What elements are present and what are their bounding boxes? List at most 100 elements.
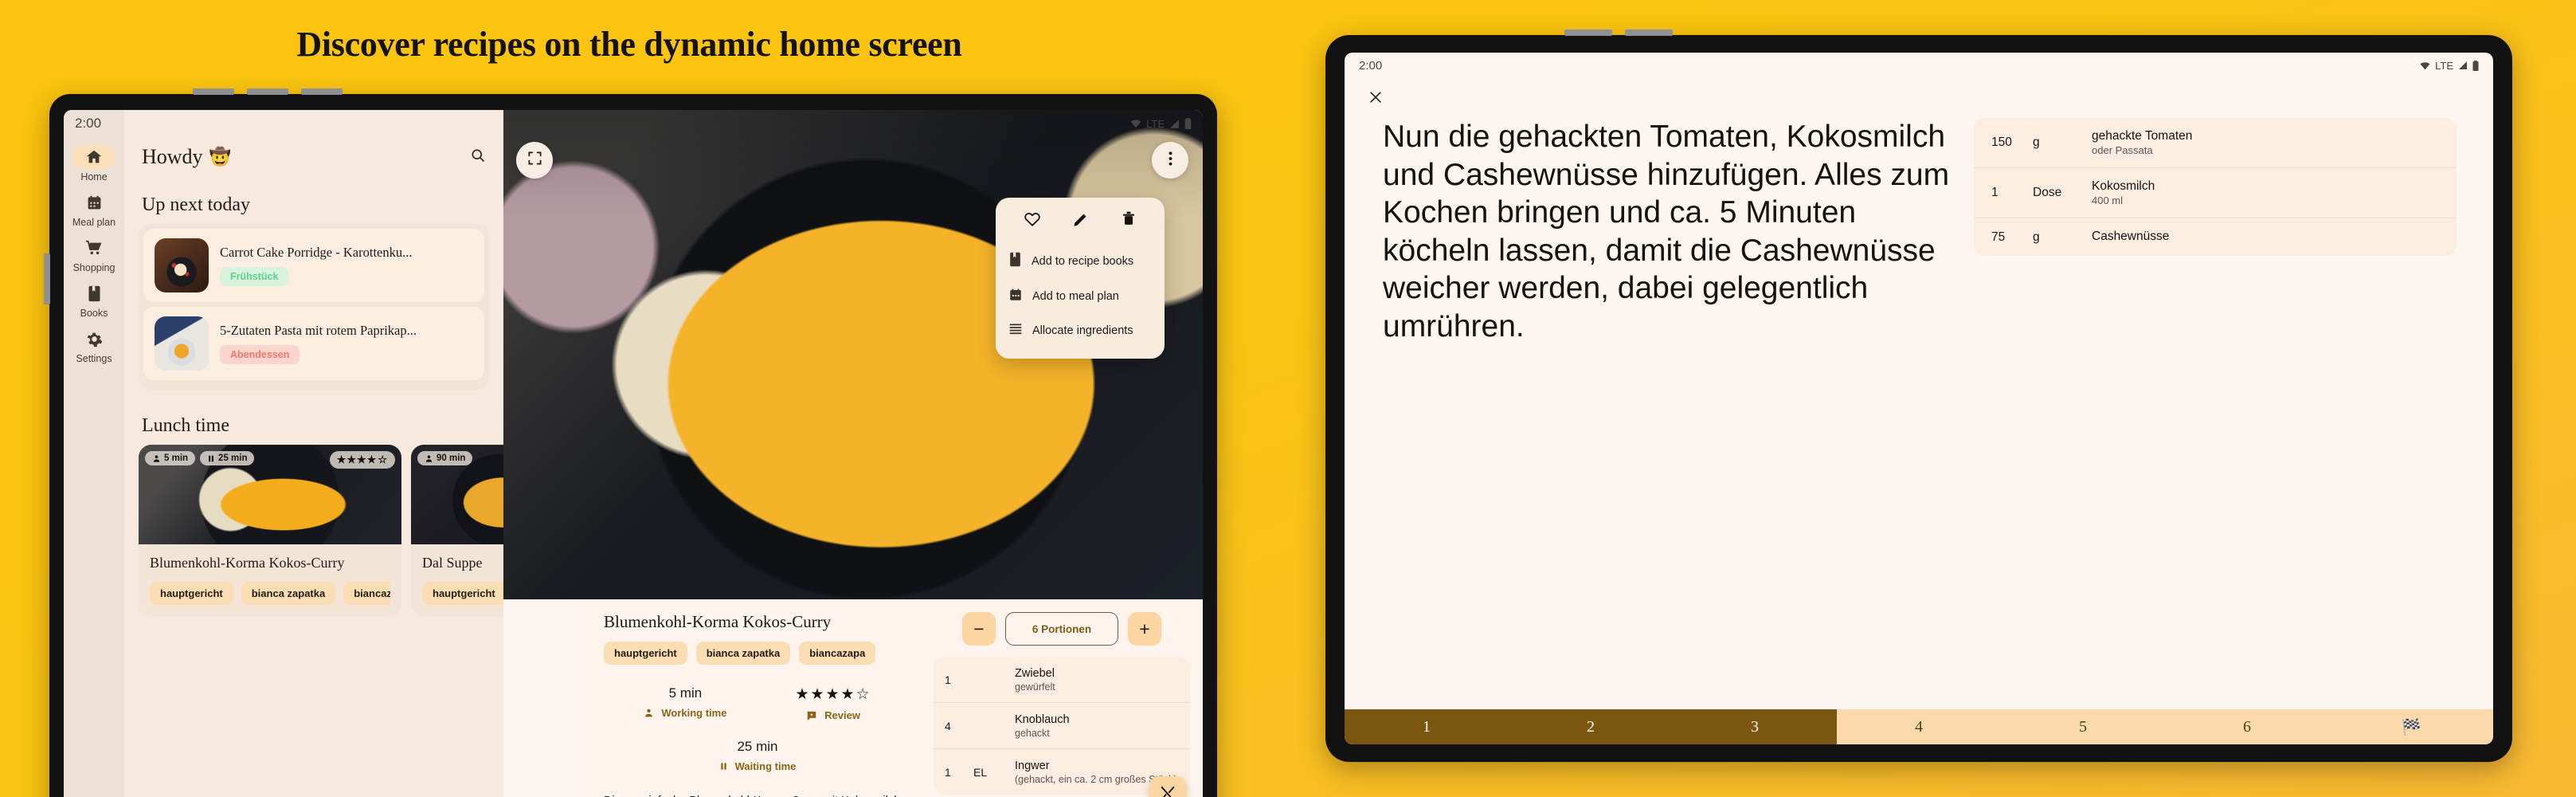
close-button[interactable] (1362, 86, 1389, 113)
list-item[interactable]: Carrot Cake Porridge - Karottenku... Frü… (143, 229, 484, 302)
rating-badge: ★★★★ ☆ (329, 451, 395, 469)
trash-icon[interactable] (1121, 210, 1137, 232)
review-block: ★★★★☆ Review (795, 685, 871, 721)
tag[interactable]: hauptgericht (150, 581, 233, 605)
working-time-badge: 90 min (417, 451, 473, 465)
greeting: Howdy 🤠 (142, 145, 231, 169)
tag[interactable]: bianca zapatka (695, 642, 791, 665)
greeting-text: Howdy (142, 145, 203, 168)
servings-decrease-button[interactable]: − (962, 612, 996, 646)
table-row[interactable]: 1 Dose Kokosmilch 400 ml (1974, 167, 2457, 218)
recipe-meta: 5 min Working time ★★★★☆ Review 25 min W… (604, 685, 911, 772)
cook-mode-button[interactable] (1149, 776, 1187, 797)
book-icon (1008, 252, 1022, 270)
sidebar-item-settings[interactable]: Settings (65, 324, 123, 367)
tag[interactable]: biancazapatka (343, 581, 390, 605)
tag[interactable]: biancazapa (799, 642, 876, 665)
step-indicator-5[interactable]: 5 (2001, 709, 2165, 744)
page-title: Discover recipes on the dynamic home scr… (296, 25, 962, 64)
person-icon (645, 709, 653, 717)
sidebar-item-shopping[interactable]: Shopping (65, 233, 123, 277)
table-row[interactable]: 75 g Cashewnüsse (1974, 218, 2457, 256)
servings-increase-button[interactable]: + (1128, 612, 1161, 646)
pencil-icon[interactable] (1072, 210, 1090, 232)
sidebar-item-books[interactable]: Books (65, 278, 123, 322)
right-status-time: 2:00 (1359, 58, 1383, 73)
table-row[interactable]: 4 Knoblauch gehackt (934, 702, 1190, 748)
recipe-detail-pane: Blumenkohl-Korma Kokos-Curry hauptgerich… (586, 599, 1203, 797)
recipe-card[interactable]: 90 min Dal Suppe hauptgericht (411, 445, 503, 616)
step-indicator-finish[interactable]: 🏁 (2329, 709, 2493, 744)
fullscreen-icon (527, 151, 542, 170)
list-item[interactable]: 5-Zutaten Pasta mit rotem Paprikap... Ab… (143, 307, 484, 380)
step-indicator-4[interactable]: 4 (1837, 709, 2001, 744)
ingredient-qty: 4 (945, 719, 951, 732)
servings-value[interactable]: 6 Portionen (1005, 612, 1118, 646)
menu-item-add-to-recipe-books[interactable]: Add to recipe books (996, 243, 1165, 279)
recipe-detail-title: Blumenkohl-Korma Kokos-Curry (604, 612, 832, 631)
cook-mode-body: Nun die gehackten Tomaten, Kokosmilch un… (1345, 53, 2493, 709)
table-row[interactable]: 150 g gehackte Tomaten oder Passata (1974, 118, 2457, 167)
fullscreen-button[interactable] (516, 142, 553, 179)
list-icon (1008, 323, 1023, 339)
recipe-tags: hauptgericht bianca zapatka biancazapatk… (150, 581, 390, 605)
ingredient-qty: 75 (1991, 230, 2006, 244)
ingredient-note: gehackt (1015, 728, 1050, 739)
search-icon[interactable] (470, 147, 486, 167)
recipe-description: Dieses einfache Blumenkohl-Korma-Curry m… (604, 793, 911, 797)
ingredients-panel: − 6 Portionen + 1 Zwiebel gewürfelt 4 Kn… (929, 599, 1203, 797)
close-icon (1368, 89, 1384, 110)
ingredient-name: Cashewnüsse (2092, 230, 2170, 243)
tag[interactable]: hauptgericht (604, 642, 687, 665)
home-icon (72, 145, 115, 169)
right-status-bar: 2:00 LTE (1345, 53, 2493, 78)
book-icon (72, 281, 115, 305)
signal-icon (2459, 61, 2467, 69)
step-progress-bar[interactable]: 1 2 3 4 5 6 🏁 (1345, 709, 2493, 744)
ingredient-note: 400 ml (2092, 194, 2124, 206)
heart-icon[interactable] (1024, 210, 1041, 232)
navigation-rail[interactable]: Home Meal plan Shopping Books Settings (64, 110, 124, 797)
pause-icon (209, 455, 213, 461)
context-quick-actions (996, 209, 1165, 243)
recipe-name: Carrot Cake Porridge - Karottenku... (220, 245, 413, 260)
more-options-button[interactable] (1152, 142, 1188, 179)
recipe-context-menu[interactable]: Add to recipe books Add to meal plan All… (996, 198, 1165, 359)
ingredient-unit: EL (973, 765, 988, 779)
servings-stepper[interactable]: − 6 Portionen + (934, 612, 1190, 646)
step-indicator-6[interactable]: 6 (2165, 709, 2329, 744)
recipe-name: Blumenkohl-Korma Kokos-Curry (150, 555, 345, 571)
step-indicator-1[interactable]: 1 (1345, 709, 1509, 744)
recipe-name: 5-Zutaten Pasta mit rotem Paprikap... (220, 323, 417, 338)
right-status-icons: LTE (2420, 60, 2479, 72)
working-time-value: 90 min (437, 453, 466, 463)
tag[interactable]: bianca zapatka (241, 581, 336, 605)
recipe-card[interactable]: 5 min 25 min ★★★★ ☆ Blumenkohl-Korma Koko… (139, 445, 401, 616)
menu-item-label: Add to recipe books (1032, 254, 1134, 268)
step-indicator-3[interactable]: 3 (1673, 709, 1837, 744)
ingredient-qty: 1 (945, 673, 951, 686)
working-time-value: 5 min (164, 453, 189, 463)
person-icon (425, 454, 433, 462)
sidebar-item-home[interactable]: Home (65, 142, 123, 186)
ingredient-qty: 150 (1991, 135, 2012, 149)
table-row[interactable]: 1 Zwiebel gewürfelt (934, 657, 1190, 702)
working-time-label: Working time (661, 707, 727, 719)
bezel-button-2 (247, 88, 288, 95)
sidebar-item-meal-plan[interactable]: Meal plan (65, 187, 123, 231)
status-badge: Frühstück (220, 267, 289, 286)
sidebar-label-meal-plan: Meal plan (72, 217, 116, 228)
menu-item-add-to-meal-plan[interactable]: Add to meal plan (996, 279, 1165, 314)
menu-item-label: Add to meal plan (1032, 290, 1119, 303)
cook-step-text: Nun die gehackten Tomaten, Kokosmilch un… (1383, 120, 1950, 344)
rating-stars[interactable]: ★★★★☆ (795, 685, 871, 704)
sidebar-label-settings: Settings (76, 353, 112, 364)
menu-item-allocate-ingredients[interactable]: Allocate ingredients (996, 314, 1165, 347)
left-screen: 2:00 LTE Home Meal plan Shopping Books S… (64, 110, 1203, 797)
battery-icon (2472, 60, 2479, 71)
waiting-time-badge: 25 min (200, 451, 255, 465)
more-vertical-icon (1169, 151, 1173, 171)
calendar-icon (1008, 288, 1023, 305)
tag[interactable]: hauptgericht (422, 581, 503, 605)
step-indicator-2[interactable]: 2 (1509, 709, 1673, 744)
